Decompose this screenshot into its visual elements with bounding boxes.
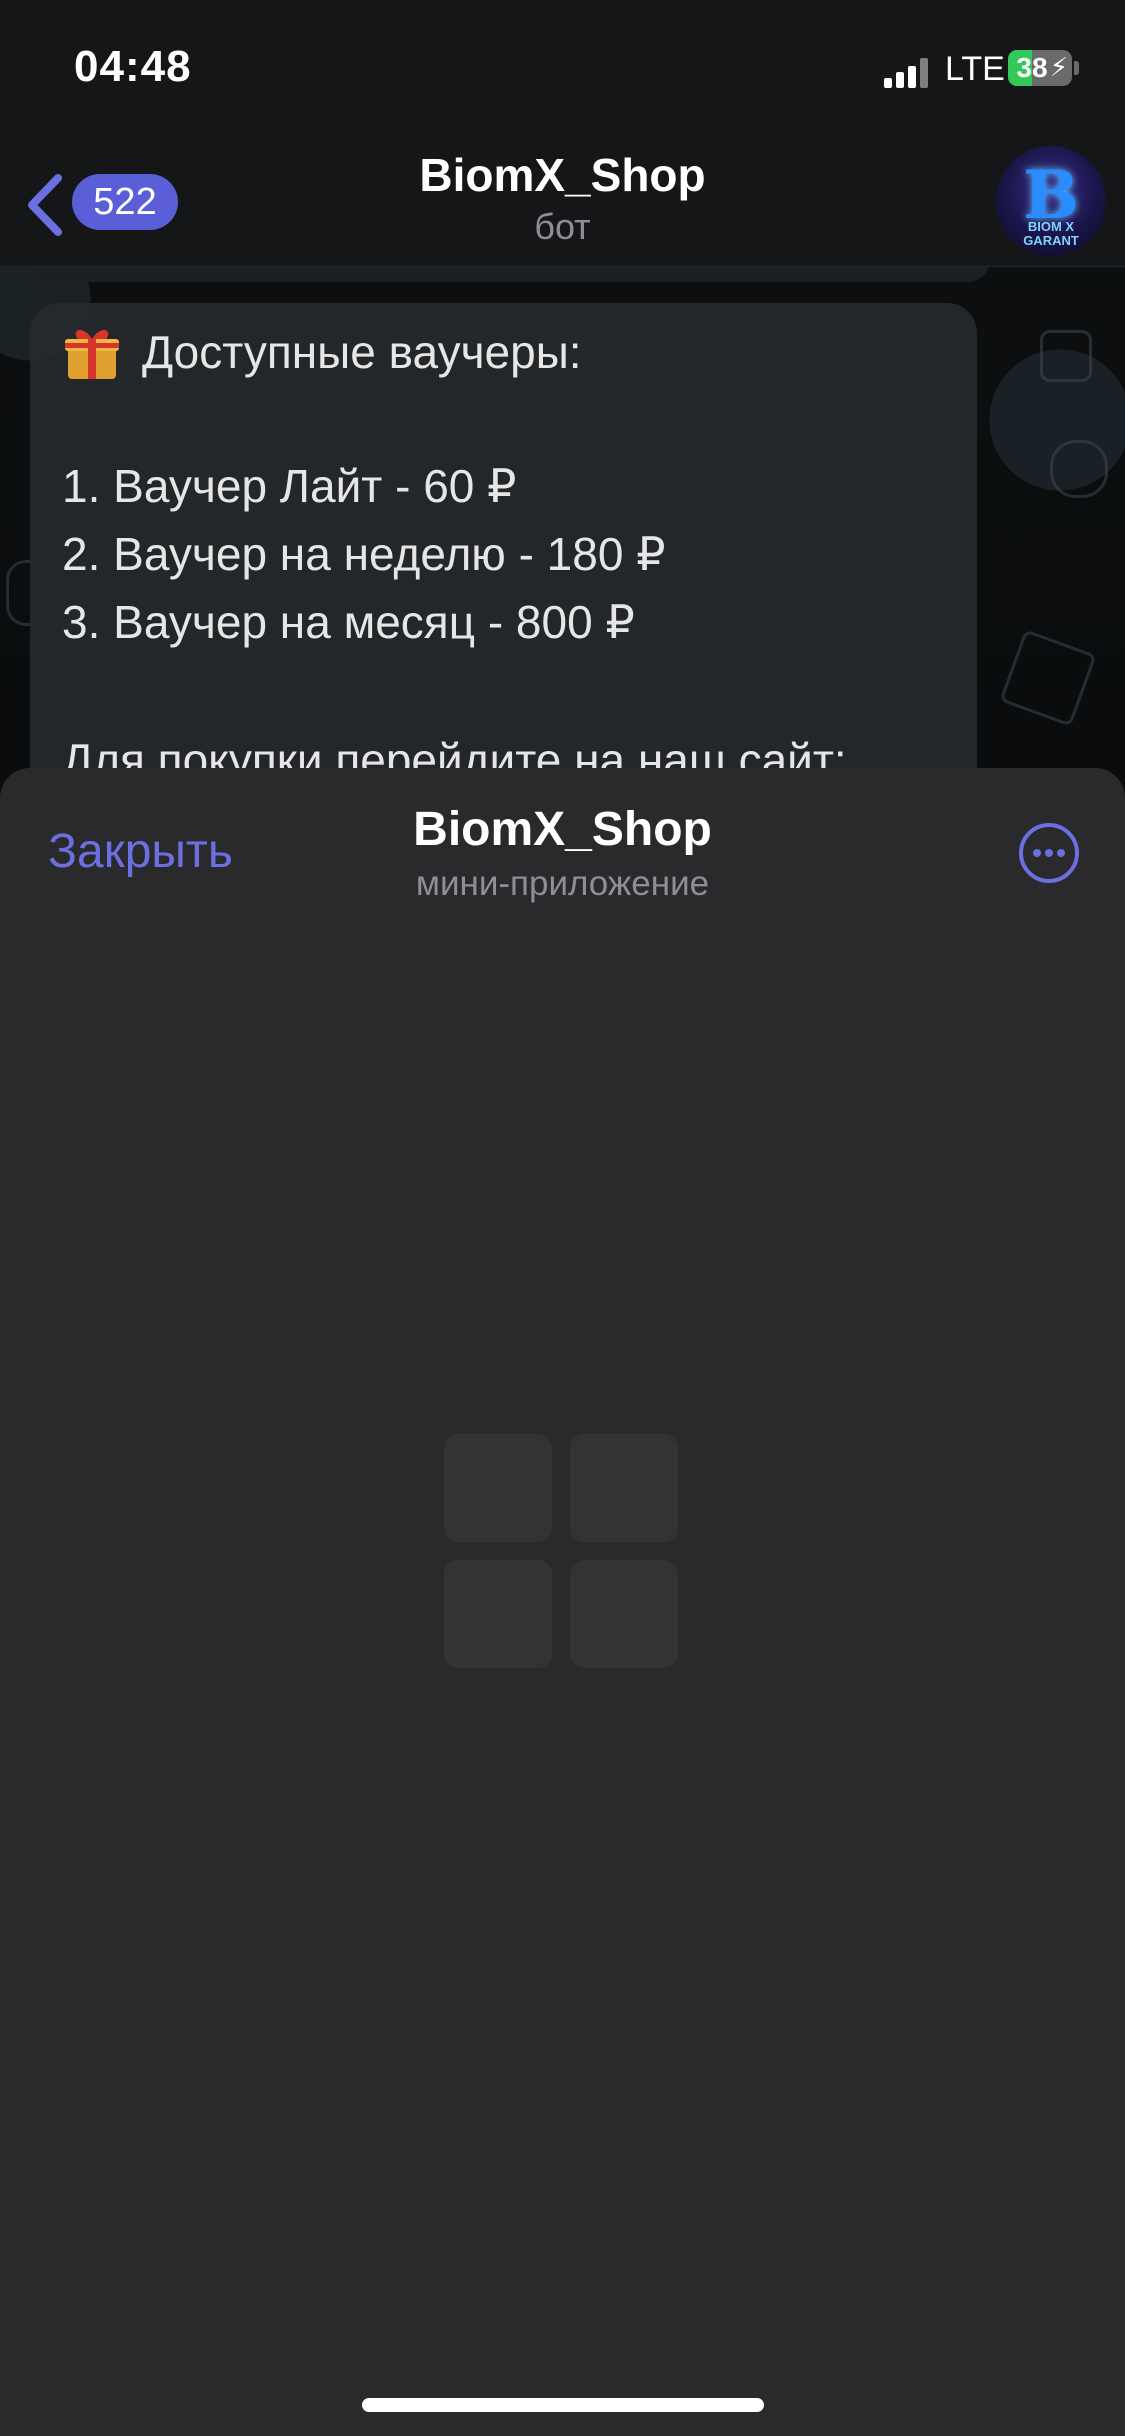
grid-loader-icon [444,1434,680,1670]
more-horizontal-icon[interactable] [1018,822,1080,884]
charging-bolt-icon: ⚡ [1049,52,1068,82]
mini-app-title: BiomX_Shop [413,803,712,856]
voucher-item: 3. Ваучер на месяц - 800 ₽ [62,596,635,648]
status-time: 04:48 [74,42,192,91]
wallpaper-doodle [1050,440,1108,498]
message-bubble[interactable]: Доступные ваучеры: 1. Ваучер Лайт - 60 ₽… [30,303,977,823]
avatar-caption-line: GARANT [1023,233,1079,248]
loader-tile [444,1560,552,1668]
gift-icon [65,329,119,379]
battery-icon: 38 ⚡ [1008,50,1072,86]
battery-cap [1074,61,1079,75]
mini-app-sheet: Закрыть BiomX_Shop мини-приложение [0,768,1125,2436]
wallpaper-doodle [999,629,1097,727]
voucher-item: 2. Ваучер на неделю - 180 ₽ [62,528,666,580]
loader-tile [444,1434,552,1542]
avatar[interactable]: B BIOM X GARANT [996,146,1106,256]
loader-tile [570,1434,678,1542]
avatar-caption-line: BIOM X [1027,219,1075,234]
message-heading: Доступные ваучеры: [142,326,582,378]
chat-title[interactable]: BiomX_Shop [0,148,1125,202]
status-bar: 04:48 LTE 38 ⚡ [0,0,1125,140]
chat-subtitle: бот [534,206,591,247]
signal-icon [884,58,936,88]
mini-app-subtitle: мини-приложение [415,864,710,903]
loader-tile [570,1560,678,1668]
wallpaper-doodle [1040,330,1092,382]
chat-header: 522 BiomX_Shop бот B BIOM X GARANT [0,140,1125,267]
voucher-item: 1. Ваучер Лайт - 60 ₽ [62,460,517,512]
avatar-caption: BIOM X GARANT [996,220,1106,248]
network-type: LTE [945,50,1005,88]
home-indicator[interactable] [362,2398,764,2412]
